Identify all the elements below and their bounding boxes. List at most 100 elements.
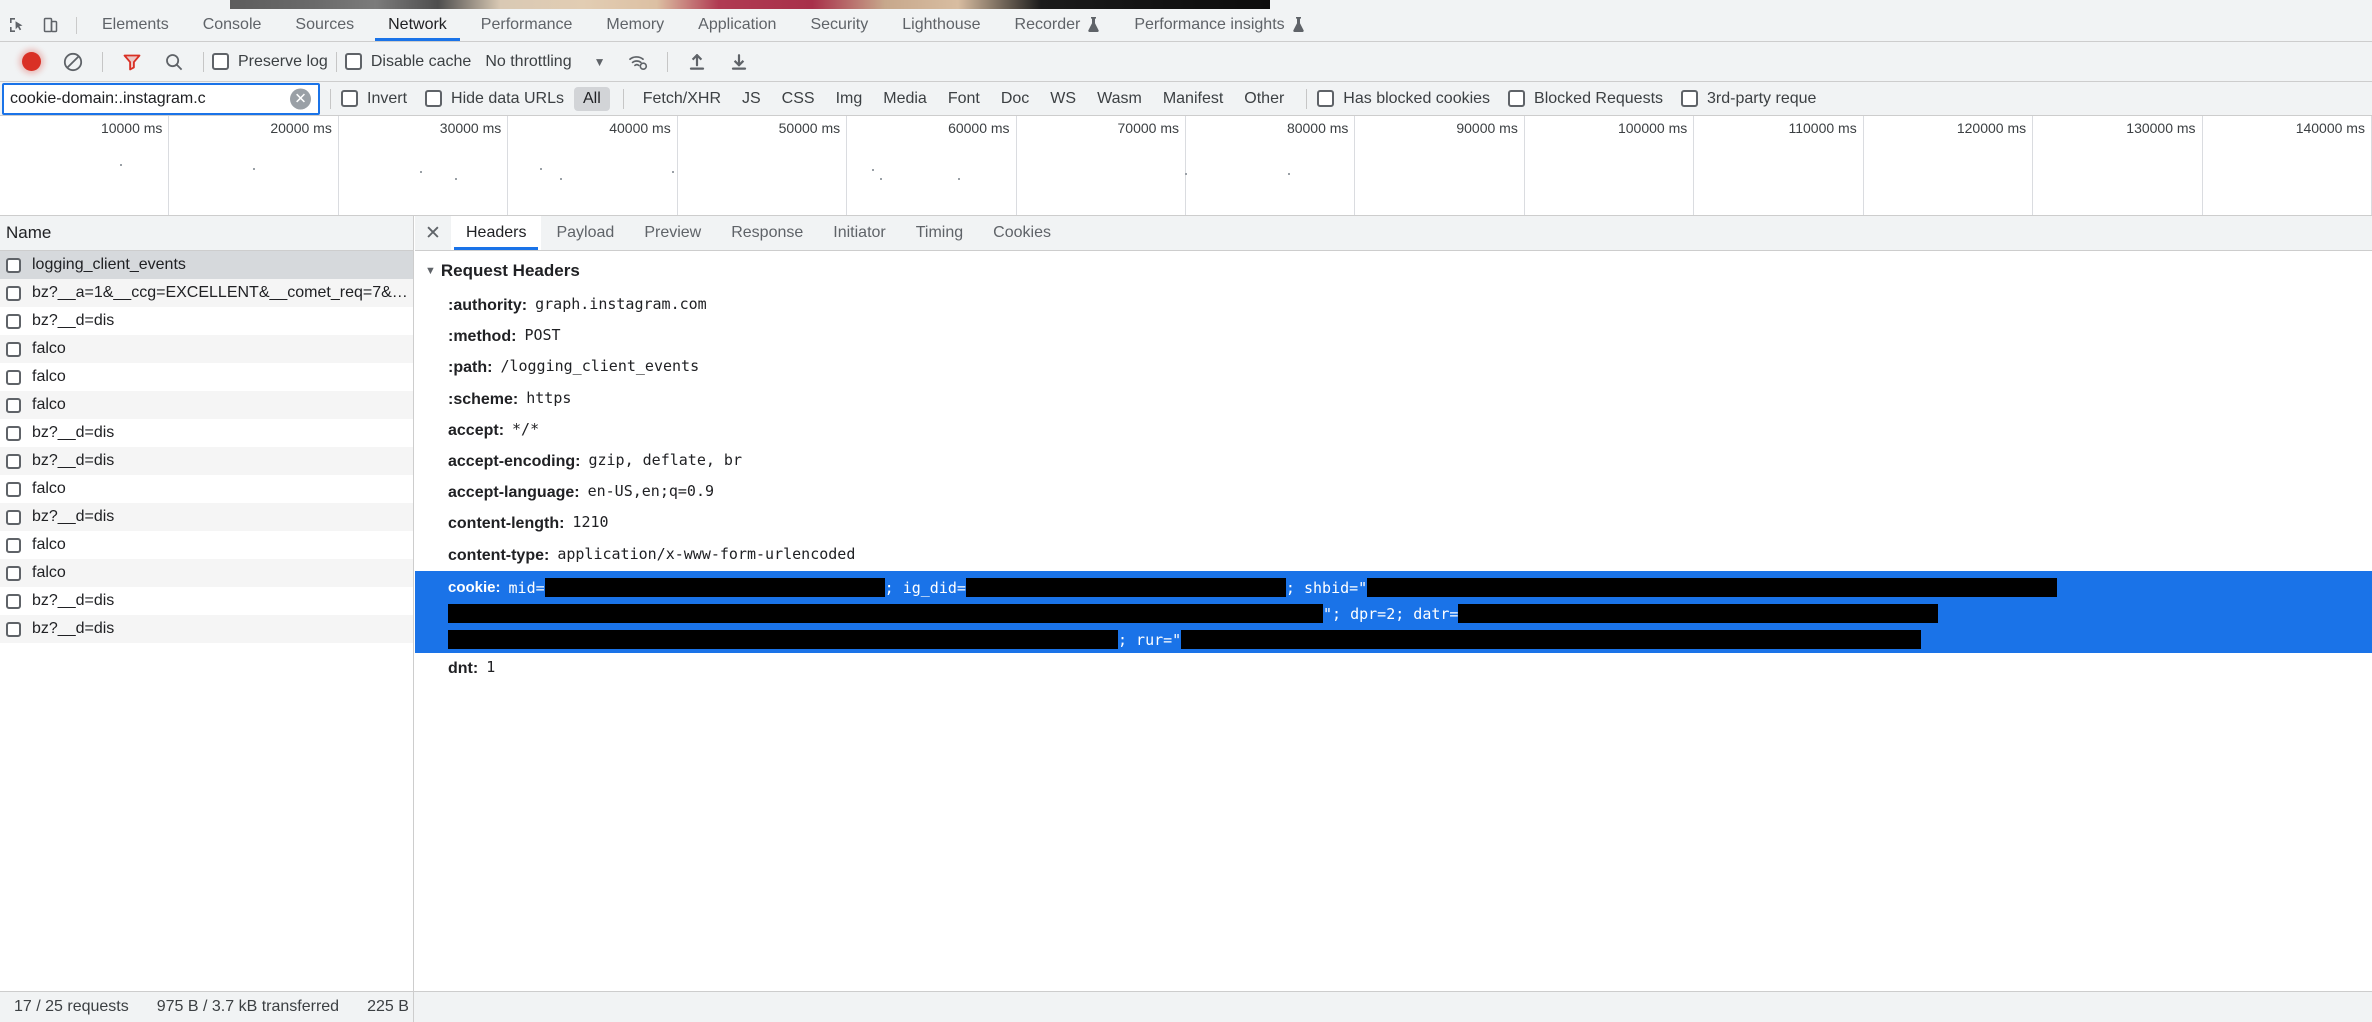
request-name: falco bbox=[32, 368, 66, 385]
row-checkbox[interactable] bbox=[6, 593, 21, 609]
timeline-tick: 50000 ms bbox=[678, 116, 848, 215]
header-value: 1210 bbox=[572, 513, 609, 532]
row-checkbox[interactable] bbox=[6, 621, 21, 637]
third-party-requests-checkbox[interactable]: 3rd-party reque bbox=[1681, 90, 1816, 108]
network-conditions-icon[interactable] bbox=[617, 45, 659, 79]
filter-type-manifest[interactable]: Manifest bbox=[1154, 87, 1232, 111]
tab-initiator[interactable]: Initiator bbox=[818, 216, 900, 250]
tab-preview[interactable]: Preview bbox=[629, 216, 716, 250]
filter-toggle-icon[interactable] bbox=[111, 45, 153, 79]
has-blocked-cookies-checkbox[interactable]: Has blocked cookies bbox=[1317, 90, 1490, 108]
search-icon[interactable] bbox=[153, 45, 195, 79]
filter-type-fetch-xhr[interactable]: Fetch/XHR bbox=[634, 87, 730, 111]
filter-type-js[interactable]: JS bbox=[733, 87, 770, 111]
table-row[interactable]: bz?__d=dis bbox=[0, 587, 413, 615]
tab-network[interactable]: Network bbox=[371, 9, 464, 41]
checkbox-box bbox=[341, 90, 358, 107]
filter-input[interactable] bbox=[4, 84, 318, 113]
tab-recorder[interactable]: Recorder bbox=[998, 9, 1118, 41]
request-headers-section[interactable]: ▼ Request Headers bbox=[415, 252, 2372, 290]
table-row[interactable]: bz?__d=dis bbox=[0, 447, 413, 475]
row-checkbox[interactable] bbox=[6, 453, 21, 469]
filter-input-wrapper[interactable]: ✕ bbox=[2, 82, 320, 115]
import-har-icon[interactable] bbox=[676, 45, 718, 79]
request-list-header[interactable]: Name bbox=[0, 216, 413, 251]
row-checkbox[interactable] bbox=[6, 313, 21, 329]
tab-application[interactable]: Application bbox=[681, 9, 793, 41]
tab-sources[interactable]: Sources bbox=[278, 9, 371, 41]
filter-type-media[interactable]: Media bbox=[874, 87, 936, 111]
tab-cookies[interactable]: Cookies bbox=[978, 216, 1066, 250]
tab-label: Performance insights bbox=[1134, 16, 1285, 33]
throttling-dropdown[interactable]: No throttling ▼ bbox=[485, 53, 605, 71]
network-overview-timeline[interactable]: 10000 ms 20000 ms 30000 ms 40000 ms 50000 ms… bbox=[0, 116, 2372, 216]
table-row[interactable]: falco bbox=[0, 391, 413, 419]
table-row[interactable]: bz?__d=dis bbox=[0, 503, 413, 531]
tab-lighthouse[interactable]: Lighthouse bbox=[885, 9, 997, 41]
section-title: Request Headers bbox=[440, 261, 580, 280]
row-checkbox[interactable] bbox=[6, 425, 21, 441]
disable-cache-checkbox[interactable]: Disable cache bbox=[344, 53, 471, 71]
redaction-block bbox=[965, 578, 1286, 598]
table-row[interactable]: bz?__a=1&__ccg=EXCELLENT&__comet_req=7&… bbox=[0, 279, 413, 307]
filter-type-doc[interactable]: Doc bbox=[992, 87, 1038, 111]
header-key: content-length: bbox=[448, 515, 565, 533]
table-row[interactable]: falco bbox=[0, 475, 413, 503]
status-bar: 17 / 25 requests 975 B / 3.7 kB transfer… bbox=[0, 991, 2372, 1022]
hide-data-urls-checkbox[interactable]: Hide data URLs bbox=[425, 90, 564, 108]
filter-type-other[interactable]: Other bbox=[1235, 87, 1293, 111]
row-checkbox[interactable] bbox=[6, 369, 21, 385]
close-icon[interactable]: ✕ bbox=[415, 216, 451, 250]
row-checkbox[interactable] bbox=[6, 509, 21, 525]
timeline-tick-label: 130000 ms bbox=[2126, 120, 2196, 136]
tab-headers[interactable]: Headers bbox=[451, 216, 542, 250]
cookie-header-row[interactable]: cookie: mid= ; ig_did= ; shbid=" "; dpr=… bbox=[415, 570, 2372, 653]
table-row[interactable]: falco bbox=[0, 363, 413, 391]
tab-performance-insights[interactable]: Performance insights bbox=[1117, 9, 1321, 41]
filter-type-css[interactable]: CSS bbox=[773, 87, 824, 111]
tab-payload[interactable]: Payload bbox=[541, 216, 629, 250]
tab-security[interactable]: Security bbox=[793, 9, 885, 41]
tab-timing[interactable]: Timing bbox=[901, 216, 978, 250]
export-har-icon[interactable] bbox=[718, 45, 760, 79]
filter-type-all[interactable]: All bbox=[573, 86, 610, 111]
clear-button[interactable] bbox=[52, 45, 94, 79]
row-checkbox[interactable] bbox=[6, 565, 21, 581]
table-row[interactable]: logging_client_events bbox=[0, 251, 413, 279]
preserve-log-checkbox[interactable]: Preserve log bbox=[212, 53, 328, 71]
tab-response[interactable]: Response bbox=[716, 216, 818, 250]
blocked-requests-checkbox[interactable]: Blocked Requests bbox=[1508, 90, 1663, 108]
row-checkbox[interactable] bbox=[6, 397, 21, 413]
table-row[interactable]: falco bbox=[0, 531, 413, 559]
column-header-name: Name bbox=[6, 223, 52, 242]
timeline-tick: 120000 ms bbox=[1864, 116, 2034, 215]
row-checkbox[interactable] bbox=[6, 481, 21, 497]
timeline-tick-label: 30000 ms bbox=[439, 120, 502, 136]
tab-console[interactable]: Console bbox=[186, 9, 279, 41]
record-button[interactable] bbox=[10, 45, 52, 79]
tab-performance[interactable]: Performance bbox=[464, 9, 590, 41]
timeline-tick: 140000 ms bbox=[2203, 116, 2372, 215]
row-checkbox[interactable] bbox=[6, 341, 21, 357]
filter-type-font[interactable]: Font bbox=[939, 87, 989, 111]
header-row: :method: POST bbox=[415, 321, 2372, 352]
tab-elements[interactable]: Elements bbox=[85, 9, 186, 41]
row-checkbox[interactable] bbox=[6, 257, 21, 273]
clear-filter-icon[interactable]: ✕ bbox=[290, 88, 311, 109]
inspect-element-icon[interactable] bbox=[0, 10, 34, 40]
row-checkbox[interactable] bbox=[6, 537, 21, 553]
table-row[interactable]: falco bbox=[0, 335, 413, 363]
table-row[interactable]: bz?__d=dis bbox=[0, 615, 413, 643]
filter-type-img[interactable]: Img bbox=[827, 87, 872, 111]
filter-type-wasm[interactable]: Wasm bbox=[1088, 87, 1151, 111]
third-party-requests-label: 3rd-party reque bbox=[1707, 89, 1817, 107]
row-checkbox[interactable] bbox=[6, 285, 21, 301]
invert-checkbox[interactable]: Invert bbox=[341, 90, 407, 108]
table-row[interactable]: bz?__d=dis bbox=[0, 307, 413, 335]
table-row[interactable]: falco bbox=[0, 559, 413, 587]
timeline-tick-label: 90000 ms bbox=[1456, 120, 1518, 136]
table-row[interactable]: bz?__d=dis bbox=[0, 419, 413, 447]
tab-memory[interactable]: Memory bbox=[589, 9, 681, 41]
device-toolbar-icon[interactable] bbox=[34, 10, 68, 40]
filter-type-ws[interactable]: WS bbox=[1041, 87, 1085, 111]
